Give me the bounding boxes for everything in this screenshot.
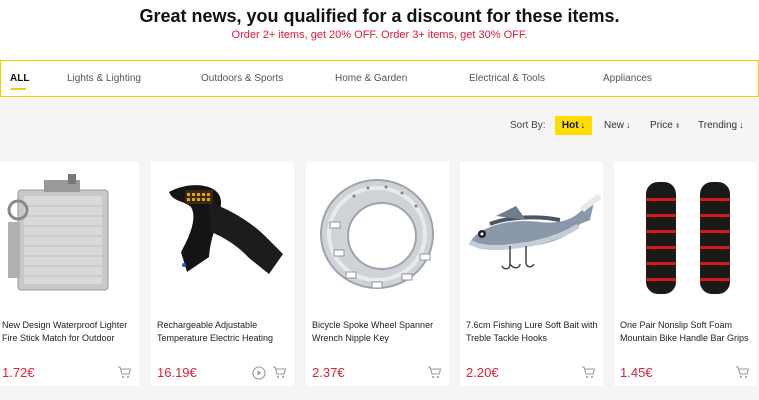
product-card[interactable]: New Design Waterproof Lighter Fire Stick… bbox=[0, 162, 139, 386]
product-card[interactable]: Bicycle Spoke Wheel Spanner Wrench Nippl… bbox=[306, 162, 449, 386]
discount-banner: Great news, you qualified for a discount… bbox=[0, 0, 759, 60]
discount-headline: Great news, you qualified for a discount… bbox=[139, 6, 620, 26]
sort-new-button[interactable]: New ↓ bbox=[604, 116, 631, 135]
product-title[interactable]: Bicycle Spoke Wheel Spanner Wrench Nippl… bbox=[312, 319, 447, 347]
product-price: 2.37€ bbox=[312, 365, 345, 380]
sort-price-button[interactable]: Price ⬍ bbox=[650, 116, 681, 135]
product-price: 16.19€ bbox=[157, 365, 197, 380]
tab-home-garden[interactable]: Home & Garden bbox=[335, 73, 407, 84]
discount-subline: Order 2+ items, get 20% OFF. Order 3+ it… bbox=[231, 29, 528, 41]
play-video-icon[interactable] bbox=[252, 366, 266, 380]
lighter-image[interactable] bbox=[0, 162, 139, 304]
arrow-down-icon: ↓ bbox=[626, 120, 631, 130]
tab-all[interactable]: ALL bbox=[10, 73, 29, 84]
spoke-wrench-image[interactable] bbox=[306, 162, 449, 304]
tab-appliances[interactable]: Appliances bbox=[603, 73, 652, 84]
product-title[interactable]: Rechargeable Adjustable Temperature Elec… bbox=[157, 319, 292, 347]
product-price: 1.72€ bbox=[2, 365, 35, 380]
tab-lights-lighting[interactable]: Lights & Lighting bbox=[67, 73, 141, 84]
cart-icon[interactable] bbox=[735, 366, 750, 379]
arrow-down-icon: ↓ bbox=[739, 120, 744, 130]
heated-scarf-image[interactable] bbox=[151, 162, 294, 304]
active-tab-underline bbox=[11, 88, 26, 90]
cart-icon[interactable] bbox=[117, 366, 132, 379]
cart-icon[interactable] bbox=[427, 366, 442, 379]
sort-hot-label: Hot bbox=[561, 120, 579, 131]
up-down-icon: ⬍ bbox=[674, 123, 681, 130]
sort-bar: Sort By: Hot ↓ New ↓ Price ⬍ Trending ↓ bbox=[0, 116, 759, 136]
category-tabs: ALL Lights & Lighting Outdoors & Sports … bbox=[0, 60, 759, 97]
product-price: 2.20€ bbox=[466, 365, 499, 380]
sort-trending-label: Trending bbox=[698, 120, 738, 131]
tab-electrical-tools[interactable]: Electrical & Tools bbox=[469, 73, 545, 84]
product-price: 1.45€ bbox=[620, 365, 653, 380]
bike-grips-image[interactable] bbox=[614, 162, 757, 304]
tab-outdoors-sports[interactable]: Outdoors & Sports bbox=[201, 73, 283, 84]
cart-icon[interactable] bbox=[272, 366, 287, 379]
sort-new-label: New bbox=[604, 120, 625, 131]
arrow-down-icon: ↓ bbox=[580, 120, 586, 130]
sort-trending-button[interactable]: Trending ↓ bbox=[698, 116, 744, 135]
sort-by-label: Sort By: bbox=[510, 120, 546, 131]
product-card[interactable]: One Pair Nonslip Soft Foam Mountain Bike… bbox=[614, 162, 757, 386]
sort-price-label: Price bbox=[650, 120, 673, 131]
product-card[interactable]: Rechargeable Adjustable Temperature Elec… bbox=[151, 162, 294, 386]
sort-hot-button[interactable]: Hot ↓ bbox=[555, 116, 592, 135]
fishing-lure-image[interactable] bbox=[460, 162, 603, 304]
product-title[interactable]: 7.6cm Fishing Lure Soft Bait with Treble… bbox=[466, 319, 601, 347]
cart-icon[interactable] bbox=[581, 366, 596, 379]
product-title[interactable]: One Pair Nonslip Soft Foam Mountain Bike… bbox=[620, 319, 755, 347]
product-card[interactable]: 7.6cm Fishing Lure Soft Bait with Treble… bbox=[460, 162, 603, 386]
product-title[interactable]: New Design Waterproof Lighter Fire Stick… bbox=[2, 319, 137, 347]
